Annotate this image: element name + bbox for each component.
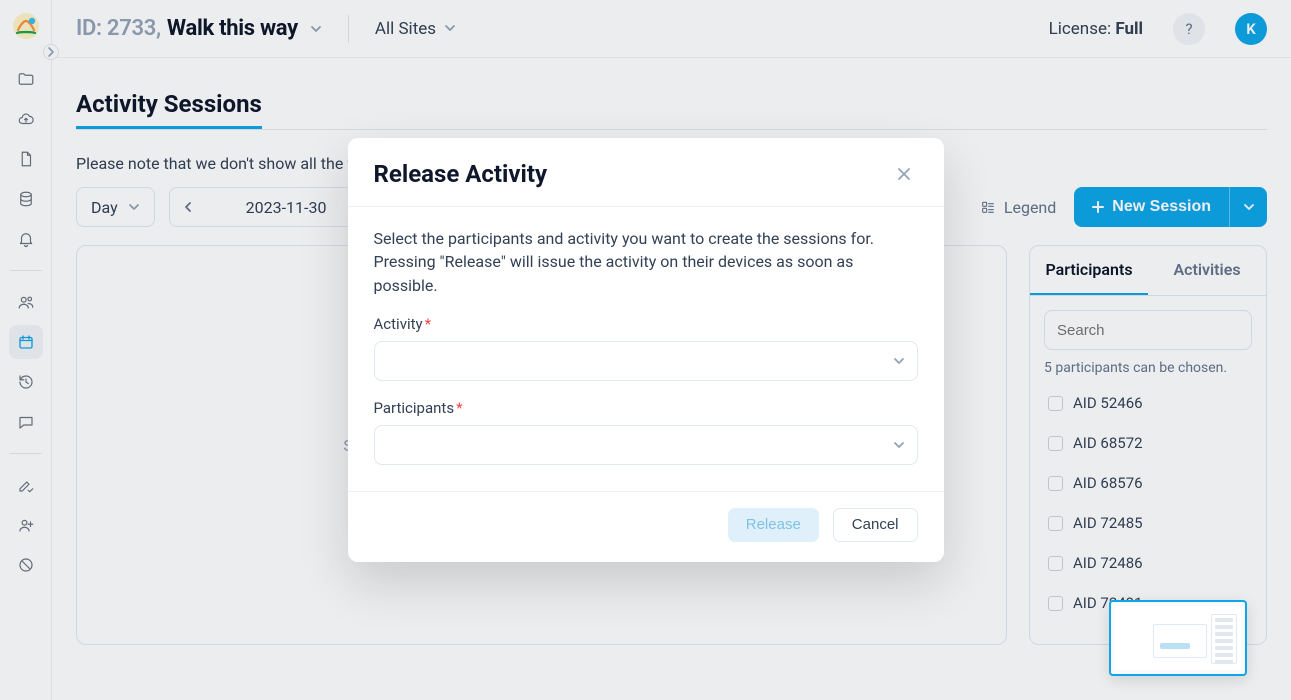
modal-overlay[interactable]: Release Activity Select the participants… — [0, 0, 1291, 700]
modal-close-button[interactable] — [890, 160, 918, 188]
participants-field-label: Participants* — [374, 399, 918, 417]
activity-select[interactable] — [374, 341, 918, 381]
participants-select[interactable] — [374, 425, 918, 465]
modal-description: Select the participants and activity you… — [374, 227, 918, 297]
picture-in-picture-thumbnail[interactable] — [1109, 600, 1247, 676]
close-icon — [897, 167, 911, 181]
activity-field-label: Activity* — [374, 315, 918, 333]
chevron-down-icon — [893, 439, 905, 451]
cancel-button[interactable]: Cancel — [833, 508, 918, 542]
release-button[interactable]: Release — [728, 508, 819, 542]
modal-title: Release Activity — [374, 160, 548, 188]
release-activity-modal: Release Activity Select the participants… — [348, 138, 944, 562]
chevron-down-icon — [893, 355, 905, 367]
